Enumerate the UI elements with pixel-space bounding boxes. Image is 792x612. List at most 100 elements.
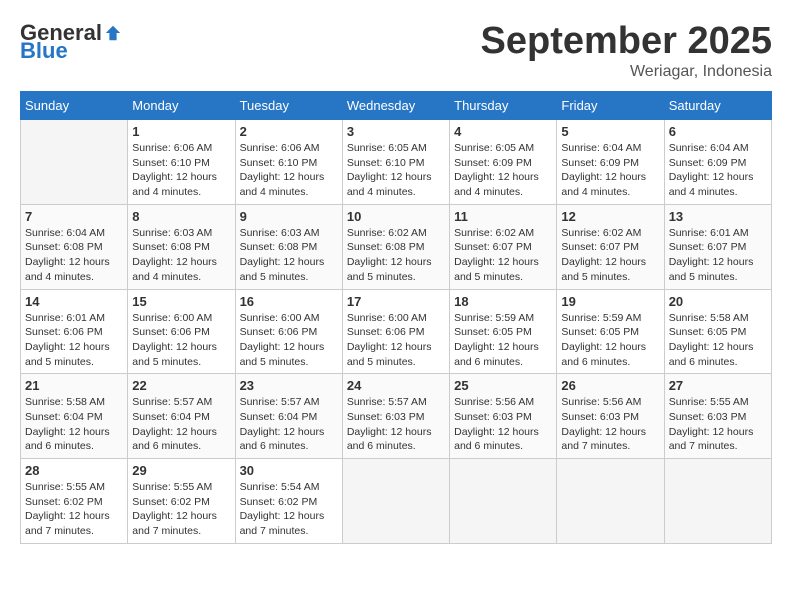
day-info: Sunrise: 5:55 AMSunset: 6:02 PMDaylight:… xyxy=(25,480,123,539)
logo-icon xyxy=(104,24,122,42)
day-info: Sunrise: 6:06 AMSunset: 6:10 PMDaylight:… xyxy=(240,141,338,200)
day-info: Sunrise: 5:55 AMSunset: 6:02 PMDaylight:… xyxy=(132,480,230,539)
day-info: Sunrise: 5:56 AMSunset: 6:03 PMDaylight:… xyxy=(454,395,552,454)
day-number: 18 xyxy=(454,294,552,309)
day-info: Sunrise: 6:04 AMSunset: 6:08 PMDaylight:… xyxy=(25,226,123,285)
day-cell: 11 Sunrise: 6:02 AMSunset: 6:07 PMDaylig… xyxy=(450,204,557,289)
day-info: Sunrise: 5:57 AMSunset: 6:04 PMDaylight:… xyxy=(240,395,338,454)
day-cell: 29 Sunrise: 5:55 AMSunset: 6:02 PMDaylig… xyxy=(128,459,235,544)
day-cell: 21 Sunrise: 5:58 AMSunset: 6:04 PMDaylig… xyxy=(21,374,128,459)
day-number: 29 xyxy=(132,463,230,478)
logo-blue-text: Blue xyxy=(20,38,68,64)
day-cell: 17 Sunrise: 6:00 AMSunset: 6:06 PMDaylig… xyxy=(342,289,449,374)
header-saturday: Saturday xyxy=(664,92,771,120)
day-cell xyxy=(450,459,557,544)
day-number: 9 xyxy=(240,209,338,224)
day-info: Sunrise: 6:02 AMSunset: 6:07 PMDaylight:… xyxy=(561,226,659,285)
day-cell: 30 Sunrise: 5:54 AMSunset: 6:02 PMDaylig… xyxy=(235,459,342,544)
day-cell: 7 Sunrise: 6:04 AMSunset: 6:08 PMDayligh… xyxy=(21,204,128,289)
day-number: 4 xyxy=(454,124,552,139)
day-number: 10 xyxy=(347,209,445,224)
day-number: 17 xyxy=(347,294,445,309)
day-cell: 2 Sunrise: 6:06 AMSunset: 6:10 PMDayligh… xyxy=(235,120,342,205)
day-number: 19 xyxy=(561,294,659,309)
day-number: 26 xyxy=(561,378,659,393)
day-cell: 23 Sunrise: 5:57 AMSunset: 6:04 PMDaylig… xyxy=(235,374,342,459)
day-cell: 18 Sunrise: 5:59 AMSunset: 6:05 PMDaylig… xyxy=(450,289,557,374)
day-number: 30 xyxy=(240,463,338,478)
day-info: Sunrise: 5:55 AMSunset: 6:03 PMDaylight:… xyxy=(669,395,767,454)
day-number: 24 xyxy=(347,378,445,393)
day-number: 13 xyxy=(669,209,767,224)
day-info: Sunrise: 5:57 AMSunset: 6:04 PMDaylight:… xyxy=(132,395,230,454)
day-cell: 19 Sunrise: 5:59 AMSunset: 6:05 PMDaylig… xyxy=(557,289,664,374)
day-info: Sunrise: 6:02 AMSunset: 6:08 PMDaylight:… xyxy=(347,226,445,285)
day-info: Sunrise: 6:00 AMSunset: 6:06 PMDaylight:… xyxy=(132,311,230,370)
day-info: Sunrise: 5:59 AMSunset: 6:05 PMDaylight:… xyxy=(561,311,659,370)
day-info: Sunrise: 6:01 AMSunset: 6:07 PMDaylight:… xyxy=(669,226,767,285)
day-cell: 27 Sunrise: 5:55 AMSunset: 6:03 PMDaylig… xyxy=(664,374,771,459)
day-cell xyxy=(21,120,128,205)
day-cell: 25 Sunrise: 5:56 AMSunset: 6:03 PMDaylig… xyxy=(450,374,557,459)
day-number: 7 xyxy=(25,209,123,224)
header-row: Sunday Monday Tuesday Wednesday Thursday… xyxy=(21,92,772,120)
day-info: Sunrise: 6:05 AMSunset: 6:09 PMDaylight:… xyxy=(454,141,552,200)
week-row-3: 21 Sunrise: 5:58 AMSunset: 6:04 PMDaylig… xyxy=(21,374,772,459)
header-sunday: Sunday xyxy=(21,92,128,120)
day-info: Sunrise: 6:00 AMSunset: 6:06 PMDaylight:… xyxy=(347,311,445,370)
day-cell: 9 Sunrise: 6:03 AMSunset: 6:08 PMDayligh… xyxy=(235,204,342,289)
day-number: 25 xyxy=(454,378,552,393)
header-monday: Monday xyxy=(128,92,235,120)
day-cell: 5 Sunrise: 6:04 AMSunset: 6:09 PMDayligh… xyxy=(557,120,664,205)
day-cell: 4 Sunrise: 6:05 AMSunset: 6:09 PMDayligh… xyxy=(450,120,557,205)
day-number: 6 xyxy=(669,124,767,139)
calendar-table: Sunday Monday Tuesday Wednesday Thursday… xyxy=(20,91,772,544)
day-cell xyxy=(557,459,664,544)
day-number: 12 xyxy=(561,209,659,224)
day-cell: 12 Sunrise: 6:02 AMSunset: 6:07 PMDaylig… xyxy=(557,204,664,289)
day-number: 27 xyxy=(669,378,767,393)
day-number: 11 xyxy=(454,209,552,224)
day-info: Sunrise: 5:59 AMSunset: 6:05 PMDaylight:… xyxy=(454,311,552,370)
day-info: Sunrise: 6:01 AMSunset: 6:06 PMDaylight:… xyxy=(25,311,123,370)
day-number: 20 xyxy=(669,294,767,309)
week-row-4: 28 Sunrise: 5:55 AMSunset: 6:02 PMDaylig… xyxy=(21,459,772,544)
day-cell: 20 Sunrise: 5:58 AMSunset: 6:05 PMDaylig… xyxy=(664,289,771,374)
location: Weriagar, Indonesia xyxy=(481,63,773,81)
day-cell: 10 Sunrise: 6:02 AMSunset: 6:08 PMDaylig… xyxy=(342,204,449,289)
page-header: General Blue September 2025 Weriagar, In… xyxy=(20,20,772,81)
day-number: 23 xyxy=(240,378,338,393)
day-cell: 28 Sunrise: 5:55 AMSunset: 6:02 PMDaylig… xyxy=(21,459,128,544)
header-thursday: Thursday xyxy=(450,92,557,120)
week-row-2: 14 Sunrise: 6:01 AMSunset: 6:06 PMDaylig… xyxy=(21,289,772,374)
header-tuesday: Tuesday xyxy=(235,92,342,120)
day-number: 3 xyxy=(347,124,445,139)
day-info: Sunrise: 5:58 AMSunset: 6:05 PMDaylight:… xyxy=(669,311,767,370)
day-cell: 24 Sunrise: 5:57 AMSunset: 6:03 PMDaylig… xyxy=(342,374,449,459)
day-number: 16 xyxy=(240,294,338,309)
day-number: 14 xyxy=(25,294,123,309)
day-number: 28 xyxy=(25,463,123,478)
header-friday: Friday xyxy=(557,92,664,120)
day-cell: 8 Sunrise: 6:03 AMSunset: 6:08 PMDayligh… xyxy=(128,204,235,289)
calendar-body: 1 Sunrise: 6:06 AMSunset: 6:10 PMDayligh… xyxy=(21,120,772,544)
day-info: Sunrise: 6:02 AMSunset: 6:07 PMDaylight:… xyxy=(454,226,552,285)
day-info: Sunrise: 5:57 AMSunset: 6:03 PMDaylight:… xyxy=(347,395,445,454)
day-info: Sunrise: 5:54 AMSunset: 6:02 PMDaylight:… xyxy=(240,480,338,539)
title-block: September 2025 Weriagar, Indonesia xyxy=(481,20,773,81)
day-number: 1 xyxy=(132,124,230,139)
day-cell: 6 Sunrise: 6:04 AMSunset: 6:09 PMDayligh… xyxy=(664,120,771,205)
day-number: 22 xyxy=(132,378,230,393)
day-info: Sunrise: 6:04 AMSunset: 6:09 PMDaylight:… xyxy=(561,141,659,200)
day-info: Sunrise: 5:56 AMSunset: 6:03 PMDaylight:… xyxy=(561,395,659,454)
day-cell xyxy=(342,459,449,544)
calendar-header: Sunday Monday Tuesday Wednesday Thursday… xyxy=(21,92,772,120)
week-row-1: 7 Sunrise: 6:04 AMSunset: 6:08 PMDayligh… xyxy=(21,204,772,289)
month-title: September 2025 xyxy=(481,20,773,63)
day-number: 5 xyxy=(561,124,659,139)
day-cell: 1 Sunrise: 6:06 AMSunset: 6:10 PMDayligh… xyxy=(128,120,235,205)
day-cell: 26 Sunrise: 5:56 AMSunset: 6:03 PMDaylig… xyxy=(557,374,664,459)
day-info: Sunrise: 6:04 AMSunset: 6:09 PMDaylight:… xyxy=(669,141,767,200)
day-number: 2 xyxy=(240,124,338,139)
day-cell: 13 Sunrise: 6:01 AMSunset: 6:07 PMDaylig… xyxy=(664,204,771,289)
